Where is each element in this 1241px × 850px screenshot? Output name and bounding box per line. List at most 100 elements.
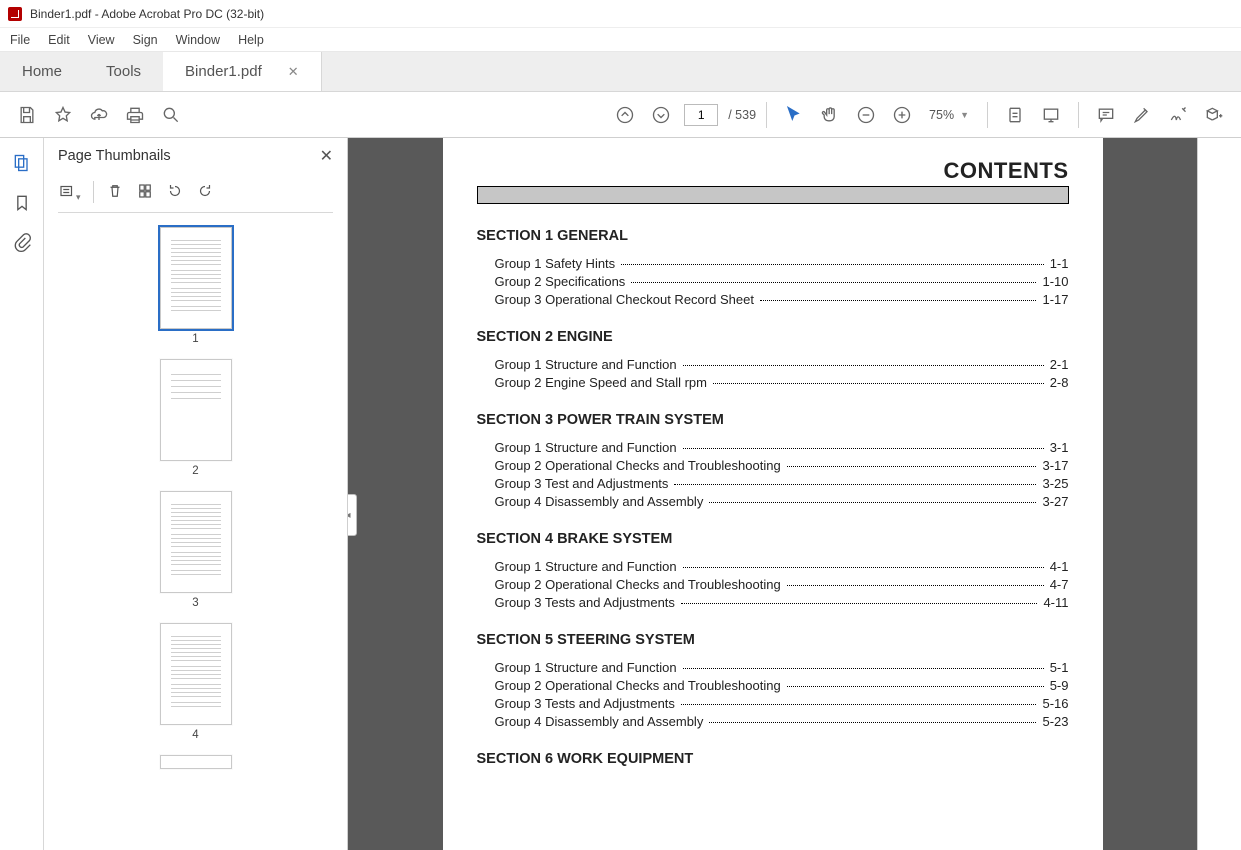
toc-entry[interactable]: Group 4 Disassembly and Assembly 5-23 — [495, 714, 1069, 729]
page-content: CONTENTS SECTION 1 GENERALGroup 1 Safety… — [443, 138, 1103, 850]
menu-window[interactable]: Window — [176, 33, 220, 47]
print-icon[interactable] — [118, 98, 152, 132]
page-viewer[interactable]: CONTENTS SECTION 1 GENERALGroup 1 Safety… — [348, 138, 1197, 850]
toc-page: 5-1 — [1050, 660, 1069, 675]
tab-document-label: Binder1.pdf — [185, 63, 262, 80]
thumbnail-view-icon[interactable] — [136, 182, 154, 203]
toc-leader — [681, 704, 1037, 705]
toc-page: 1-10 — [1042, 274, 1068, 289]
toc-entry[interactable]: Group 2 Operational Checks and Troublesh… — [495, 458, 1069, 473]
comment-icon[interactable] — [1089, 98, 1123, 132]
title-bar-decoration — [477, 186, 1069, 204]
fit-width-icon[interactable] — [998, 98, 1032, 132]
save-icon[interactable] — [10, 98, 44, 132]
toc-label: Group 2 Specifications — [495, 274, 626, 289]
thumbnail-page[interactable]: 1 — [160, 227, 232, 345]
toc-label: Group 1 Safety Hints — [495, 256, 616, 271]
toc-leader — [787, 585, 1044, 586]
tab-home[interactable]: Home — [0, 52, 84, 91]
select-tool-icon[interactable] — [777, 98, 811, 132]
menu-view[interactable]: View — [88, 33, 115, 47]
thumbnail-number: 3 — [192, 597, 198, 609]
bookmark-rail-icon[interactable] — [11, 192, 33, 214]
toc-leader — [709, 502, 1036, 503]
panel-close-icon[interactable]: ✕ — [320, 146, 333, 166]
toc-label: Group 1 Structure and Function — [495, 357, 677, 372]
thumbnail-page[interactable]: 3 — [160, 491, 232, 609]
menu-help[interactable]: Help — [238, 33, 264, 47]
toc-leader — [631, 282, 1036, 283]
toc-leader — [683, 365, 1044, 366]
toc-entry[interactable]: Group 1 Structure and Function4-1 — [495, 559, 1069, 574]
chevron-down-icon: ▼ — [960, 110, 969, 120]
tab-document[interactable]: Binder1.pdf ✕ — [163, 52, 322, 91]
section-heading: SECTION 4 BRAKE SYSTEM — [477, 531, 1069, 547]
toc-leader — [760, 300, 1037, 301]
menu-file[interactable]: File — [10, 33, 30, 47]
toc-entry[interactable]: Group 1 Structure and Function 3-1 — [495, 440, 1069, 455]
read-mode-icon[interactable] — [1034, 98, 1068, 132]
toc-label: Group 4 Disassembly and Assembly — [495, 714, 704, 729]
menu-sign[interactable]: Sign — [133, 33, 158, 47]
toc-entry[interactable]: Group 2 Engine Speed and Stall rpm2-8 — [495, 375, 1069, 390]
hand-tool-icon[interactable] — [813, 98, 847, 132]
toc-entry[interactable]: Group 1 Structure and Function5-1 — [495, 660, 1069, 675]
sign-icon[interactable] — [1161, 98, 1195, 132]
toc-page: 2-1 — [1050, 357, 1069, 372]
thumbnail-page[interactable]: 4 — [160, 623, 232, 741]
more-tools-icon[interactable] — [1197, 98, 1231, 132]
toc-label: Group 3 Operational Checkout Record Shee… — [495, 292, 754, 307]
panel-options-icon[interactable]: ▾ — [58, 182, 81, 203]
panel-collapse-handle[interactable] — [348, 494, 357, 536]
toc-entry[interactable]: Group 4 Disassembly and Assembly3-27 — [495, 494, 1069, 509]
toc-page: 4-7 — [1050, 577, 1069, 592]
attachments-rail-icon[interactable] — [11, 232, 33, 254]
toc-entry[interactable]: Group 2 Specifications 1-10 — [495, 274, 1069, 289]
menu-edit[interactable]: Edit — [48, 33, 70, 47]
toc-label: Group 3 Tests and Adjustments — [495, 696, 675, 711]
thumbnails-list[interactable]: 1 2 3 4 — [44, 221, 347, 850]
toc-entry[interactable]: Group 3 Test and Adjustments3-25 — [495, 476, 1069, 491]
thumbnail-number: 4 — [192, 729, 198, 741]
star-icon[interactable] — [46, 98, 80, 132]
thumbnail-page[interactable] — [160, 755, 232, 769]
rotate-ccw-icon[interactable] — [166, 182, 184, 203]
delete-page-icon[interactable] — [106, 182, 124, 203]
toc-page: 5-23 — [1042, 714, 1068, 729]
toc-entry[interactable]: Group 2 Operational Checks and Troublesh… — [495, 577, 1069, 592]
rotate-cw-icon[interactable] — [196, 182, 214, 203]
panel-toolbar: ▾ — [44, 174, 347, 210]
toc-entry[interactable]: Group 3 Tests and Adjustments4-11 — [495, 595, 1069, 610]
toc-label: Group 2 Operational Checks and Troublesh… — [495, 458, 781, 473]
section-heading: SECTION 2 ENGINE — [477, 329, 1069, 345]
page-number-input[interactable] — [684, 104, 718, 126]
window-title: Binder1.pdf - Adobe Acrobat Pro DC (32-b… — [30, 7, 264, 21]
toc-label: Group 1 Structure and Function — [495, 440, 677, 455]
toc-entry[interactable]: Group 3 Operational Checkout Record Shee… — [495, 292, 1069, 307]
app-icon — [8, 7, 22, 21]
thumbnails-panel: Page Thumbnails ✕ ▾ 1234 — [44, 138, 348, 850]
main-toolbar: / 539 75% ▼ — [0, 92, 1241, 138]
cloud-share-icon[interactable] — [82, 98, 116, 132]
toc-entry[interactable]: Group 1 Structure and Function 2-1 — [495, 357, 1069, 372]
zoom-select[interactable]: 75% ▼ — [929, 108, 969, 122]
page-down-icon[interactable] — [644, 98, 678, 132]
close-tab-icon[interactable]: ✕ — [288, 64, 299, 80]
tab-tools[interactable]: Tools — [84, 52, 163, 91]
zoom-in-icon[interactable] — [885, 98, 919, 132]
toc-entry[interactable]: Group 3 Tests and Adjustments5-16 — [495, 696, 1069, 711]
search-icon[interactable] — [154, 98, 188, 132]
toc-page: 3-1 — [1050, 440, 1069, 455]
thumbnails-rail-icon[interactable] — [11, 152, 33, 174]
section-heading: SECTION 3 POWER TRAIN SYSTEM — [477, 412, 1069, 428]
page-up-icon[interactable] — [608, 98, 642, 132]
toc-page: 1-1 — [1050, 256, 1069, 271]
section-heading: SECTION 5 STEERING SYSTEM — [477, 632, 1069, 648]
thumbnail-page[interactable]: 2 — [160, 359, 232, 477]
toc-entry[interactable]: Group 2 Operational Checks and Troublesh… — [495, 678, 1069, 693]
toc-entry[interactable]: Group 1 Safety Hints 1-1 — [495, 256, 1069, 271]
zoom-out-icon[interactable] — [849, 98, 883, 132]
highlight-icon[interactable] — [1125, 98, 1159, 132]
toc-leader — [787, 686, 1044, 687]
toc-label: Group 2 Engine Speed and Stall rpm — [495, 375, 707, 390]
